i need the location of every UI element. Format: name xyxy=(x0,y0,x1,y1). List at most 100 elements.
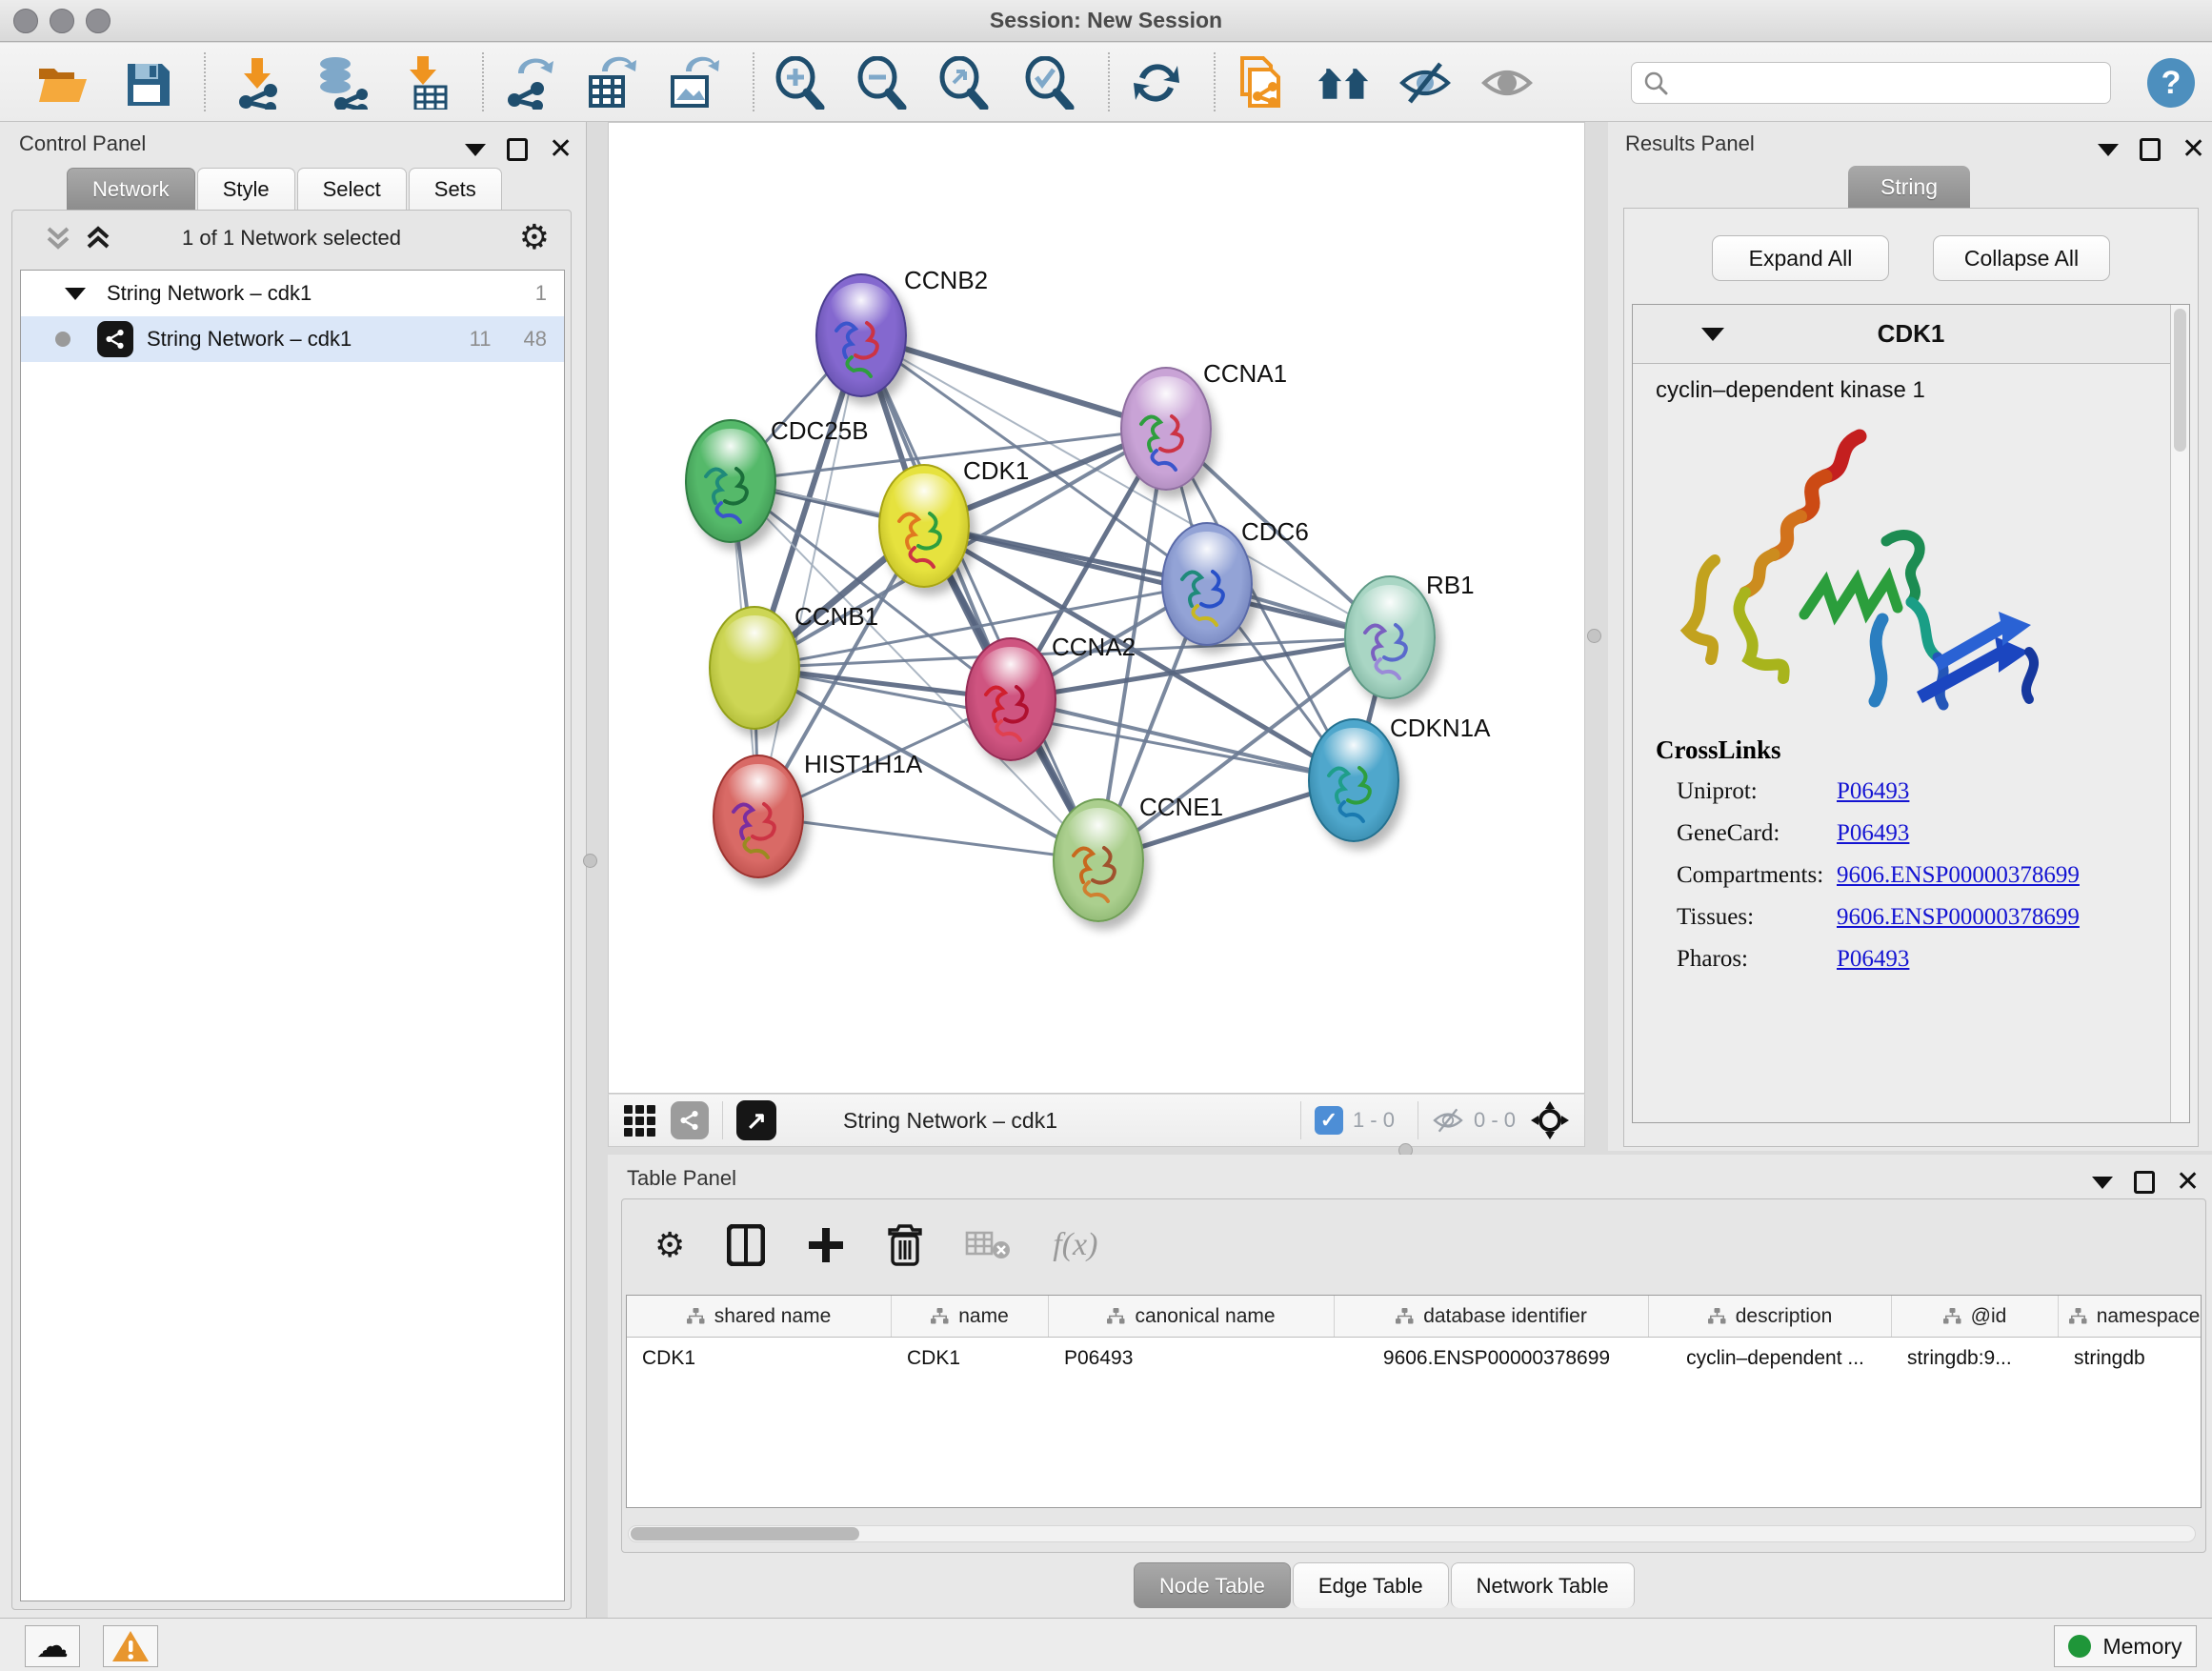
table-horizontal-scrollbar[interactable] xyxy=(628,1525,2196,1542)
table-cell[interactable]: stringdb:9... xyxy=(1892,1338,2059,1381)
left-splitter-handle[interactable] xyxy=(583,854,597,868)
import-network-file-icon[interactable] xyxy=(231,56,284,110)
add-column-icon[interactable] xyxy=(807,1226,845,1264)
birdseye-grid-icon[interactable] xyxy=(624,1105,655,1137)
panel-close-icon[interactable]: ✕ xyxy=(2176,1171,2200,1194)
export-table-icon[interactable] xyxy=(585,56,638,110)
network-node-ccnb1[interactable] xyxy=(709,606,800,730)
node-table[interactable]: shared namenamecanonical namedatabase id… xyxy=(626,1295,2202,1508)
hide-selected-eye-icon[interactable] xyxy=(1398,56,1452,110)
panel-close-icon[interactable]: ✕ xyxy=(549,138,573,161)
crosslink-link[interactable]: 9606.ENSP00000378699 xyxy=(1837,862,2080,889)
network-overview-icon[interactable] xyxy=(671,1101,709,1139)
network-node-cdc6[interactable] xyxy=(1161,522,1253,646)
column-header-id[interactable]: @id xyxy=(1892,1296,2059,1337)
column-header-description[interactable]: description xyxy=(1649,1296,1892,1337)
delete-column-icon[interactable] xyxy=(887,1224,923,1266)
memory-button[interactable]: Memory xyxy=(2054,1625,2197,1667)
selected-checkbox-icon[interactable]: ✓ xyxy=(1315,1106,1343,1135)
column-header-name[interactable]: name xyxy=(892,1296,1049,1337)
crosslink-link[interactable]: P06493 xyxy=(1837,778,1909,805)
import-network-database-icon[interactable] xyxy=(314,56,368,110)
panel-menu-icon[interactable] xyxy=(465,144,486,156)
panel-close-icon[interactable]: ✕ xyxy=(2182,138,2205,161)
duplicate-network-icon[interactable] xyxy=(1235,56,1288,110)
network-label: String Network – cdk1 xyxy=(147,327,352,352)
control-panel-tabs: NetworkStyleSelectSets xyxy=(67,168,504,210)
panel-menu-icon[interactable] xyxy=(2098,144,2119,156)
network-edge[interactable] xyxy=(924,526,1390,637)
network-node-ccnb2[interactable] xyxy=(815,273,907,397)
column-header-canonical-name[interactable]: canonical name xyxy=(1049,1296,1335,1337)
center-view-crosshair-icon[interactable] xyxy=(1531,1101,1569,1139)
search-input[interactable] xyxy=(1668,65,2110,101)
first-neighbors-icon[interactable] xyxy=(1317,56,1370,110)
network-node-cdk1[interactable] xyxy=(878,464,970,588)
tab-edge-table[interactable]: Edge Table xyxy=(1293,1562,1449,1608)
tab-string[interactable]: String xyxy=(1848,166,1970,208)
tab-select[interactable]: Select xyxy=(297,168,407,210)
cloud-status-button[interactable]: ☁ xyxy=(25,1625,80,1667)
table-row[interactable]: CDK1CDK1P064939606.ENSP00000378699cyclin… xyxy=(627,1338,2201,1381)
expand-all-button[interactable]: Expand All xyxy=(1712,235,1889,281)
table-cell[interactable]: 9606.ENSP00000378699 xyxy=(1335,1338,1649,1381)
network-node-ccne1[interactable] xyxy=(1053,798,1144,922)
table-options-gear-icon[interactable]: ⚙ xyxy=(654,1226,685,1265)
network-row[interactable]: String Network – cdk1 11 48 xyxy=(21,316,564,362)
network-edge[interactable] xyxy=(758,816,1098,860)
network-edge[interactable] xyxy=(861,335,1166,429)
network-node-rb1[interactable] xyxy=(1344,575,1436,699)
network-node-ccna1[interactable] xyxy=(1120,367,1212,491)
import-table-file-icon[interactable] xyxy=(398,56,452,110)
panel-menu-icon[interactable] xyxy=(2092,1177,2113,1189)
column-header-shared-name[interactable]: shared name xyxy=(627,1296,892,1337)
tab-node-table[interactable]: Node Table xyxy=(1134,1562,1291,1608)
column-header-database-identifier[interactable]: database identifier xyxy=(1335,1296,1649,1337)
panel-float-icon[interactable] xyxy=(2134,1171,2155,1194)
table-cell[interactable]: cyclin–dependent ... xyxy=(1649,1338,1892,1381)
network-edge[interactable] xyxy=(861,335,1098,860)
gene-header[interactable]: CDK1 xyxy=(1633,305,2189,364)
show-all-eye-icon[interactable] xyxy=(1480,56,1534,110)
export-network-icon[interactable] xyxy=(503,56,556,110)
table-cell[interactable]: P06493 xyxy=(1049,1338,1335,1381)
open-session-icon[interactable] xyxy=(36,56,90,110)
open-in-new-window-icon[interactable]: ↗ xyxy=(736,1100,776,1140)
table-cell[interactable]: CDK1 xyxy=(892,1338,1049,1381)
network-edge[interactable] xyxy=(758,335,861,816)
network-node-cdkn1a[interactable] xyxy=(1308,718,1399,842)
results-scrollbar[interactable] xyxy=(2170,305,2189,1122)
network-canvas[interactable]: CCNB2CCNA1CDC25BCDK1CDC6RB1CCNB1CCNA2CDK… xyxy=(608,122,1585,1094)
panel-float-icon[interactable] xyxy=(2140,138,2161,161)
export-image-icon[interactable] xyxy=(667,56,720,110)
zoom-selected-icon[interactable] xyxy=(1023,56,1076,110)
tab-network-table[interactable]: Network Table xyxy=(1451,1562,1635,1608)
warnings-button[interactable] xyxy=(103,1625,158,1667)
table-cell[interactable]: stringdb xyxy=(2059,1338,2202,1381)
network-node-cdc25b[interactable] xyxy=(685,419,776,543)
panel-float-icon[interactable] xyxy=(507,138,528,161)
collection-expand-icon[interactable] xyxy=(65,288,86,300)
crosslink-link[interactable]: 9606.ENSP00000378699 xyxy=(1837,904,2080,931)
zoom-in-icon[interactable] xyxy=(774,56,827,110)
crosslink-link[interactable]: P06493 xyxy=(1837,946,1909,973)
gene-collapse-icon[interactable] xyxy=(1701,328,1724,341)
network-node-ccna2[interactable] xyxy=(965,637,1056,761)
crosslink-link[interactable]: P06493 xyxy=(1837,820,1909,847)
show-columns-icon[interactable] xyxy=(727,1224,765,1266)
column-header-namespace[interactable]: namespace xyxy=(2059,1296,2202,1337)
right-splitter-handle[interactable] xyxy=(1587,629,1601,643)
table-cell[interactable]: CDK1 xyxy=(627,1338,892,1381)
tab-network[interactable]: Network xyxy=(67,168,195,210)
zoom-fit-icon[interactable] xyxy=(937,56,991,110)
apply-layout-refresh-icon[interactable] xyxy=(1130,56,1183,110)
collapse-all-button[interactable]: Collapse All xyxy=(1933,235,2110,281)
zoom-out-icon[interactable] xyxy=(855,56,909,110)
help-button[interactable]: ? xyxy=(2147,58,2195,108)
tab-style[interactable]: Style xyxy=(197,168,295,210)
network-node-hist1h1a[interactable] xyxy=(713,755,804,878)
network-collection-row[interactable]: String Network – cdk1 1 xyxy=(21,271,564,316)
tab-sets[interactable]: Sets xyxy=(409,168,502,210)
network-options-gear-icon[interactable]: ⚙ xyxy=(519,218,550,257)
save-session-icon[interactable] xyxy=(120,56,173,110)
